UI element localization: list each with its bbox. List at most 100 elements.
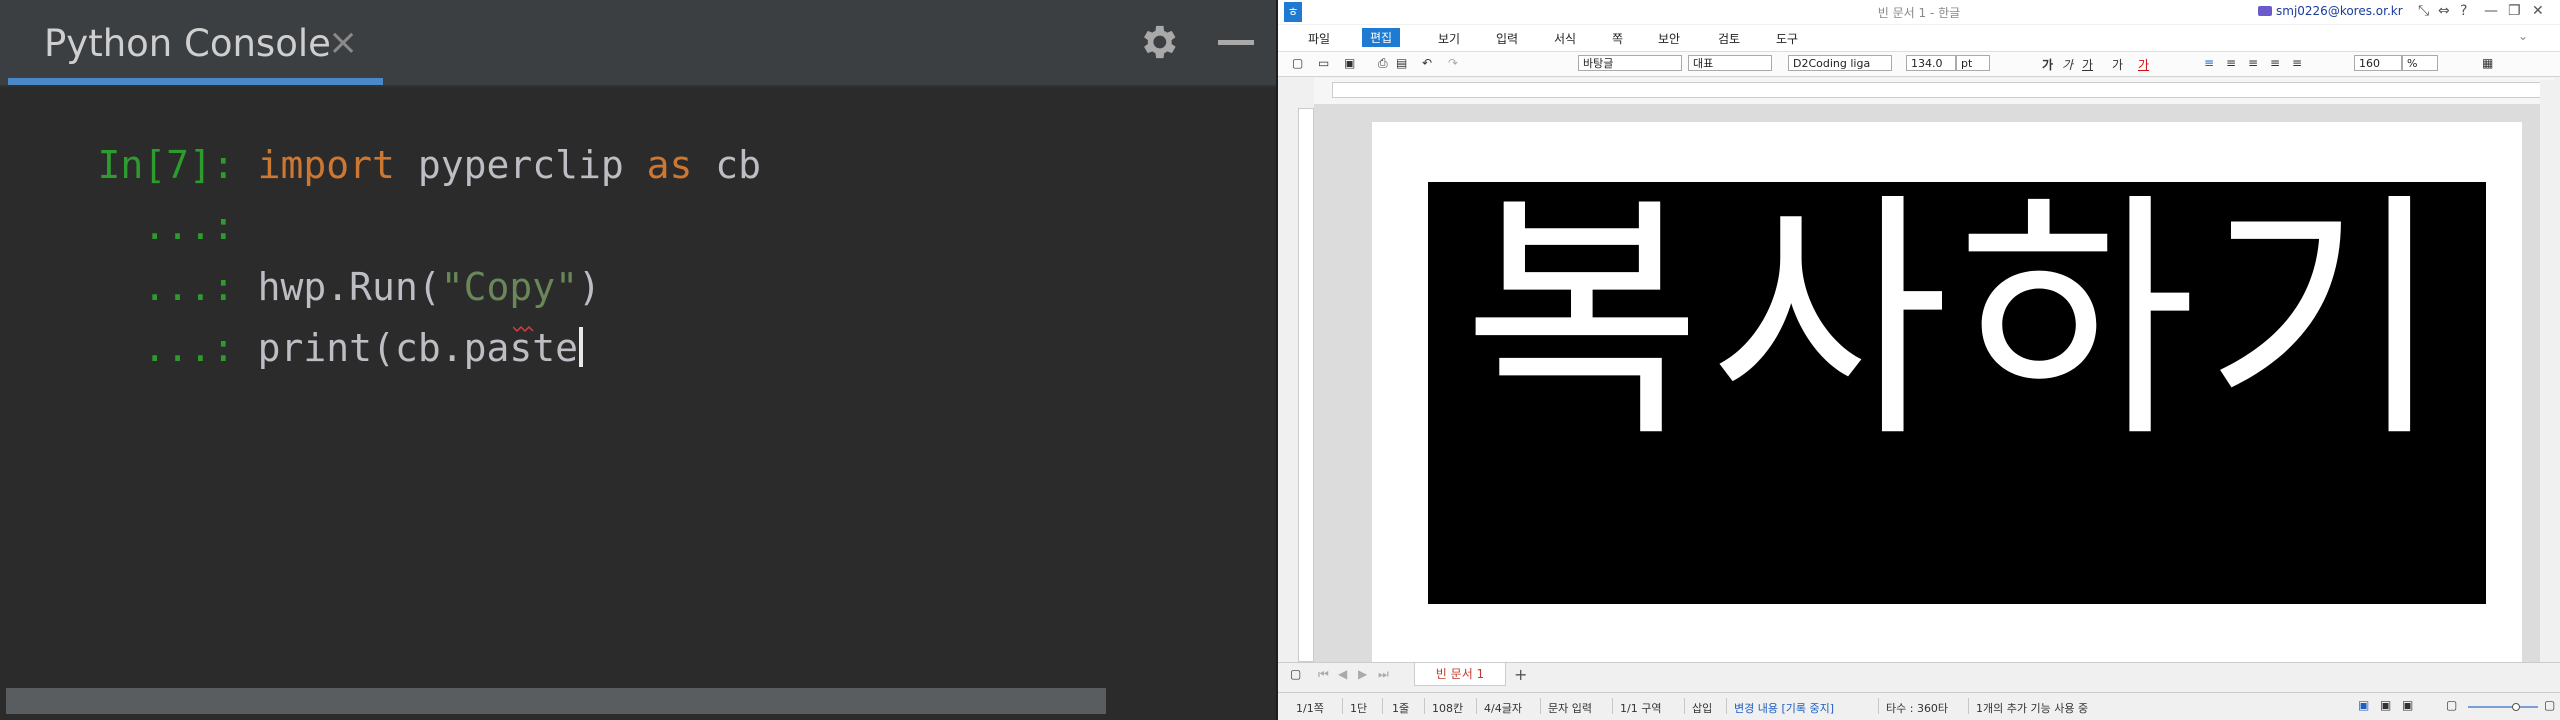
zoom-in-icon[interactable]: ▢: [2544, 698, 2555, 712]
menu-insert[interactable]: 입력: [1496, 30, 1518, 47]
style-select[interactable]: 바탕글: [1578, 55, 1682, 71]
collapse-ribbon-icon[interactable]: ⌄: [2518, 29, 2528, 43]
divider: [0, 85, 1276, 87]
status-col-pos: 108칸: [1432, 702, 1464, 715]
tab-active-indicator: [8, 78, 383, 85]
document-text-block[interactable]: 복사하기: [1428, 172, 2486, 604]
status-page[interactable]: 1/1쪽: [1296, 700, 1324, 716]
horizontal-ruler[interactable]: [1314, 78, 2554, 104]
underline-icon[interactable]: 가: [2082, 56, 2093, 73]
document-text: 복사하기: [1462, 171, 2452, 473]
document-canvas[interactable]: 복사하기: [1314, 104, 2540, 682]
open-folder-icon[interactable]: ▭: [1318, 56, 1329, 70]
code-line-active[interactable]: ...: print(cb.paste: [6, 279, 583, 417]
align-justify-icon[interactable]: ≡: [2204, 56, 2214, 70]
status-input-mode[interactable]: 문자 입력: [1548, 700, 1592, 716]
console-prompt: ...:: [97, 326, 258, 370]
vertical-scrollbar[interactable]: [2540, 80, 2558, 662]
align-left-icon[interactable]: ≡: [2226, 56, 2236, 70]
console-header: Python Console ×: [0, 0, 1276, 85]
menu-review[interactable]: 검토: [1718, 30, 1740, 47]
zoom-slider[interactable]: [2468, 703, 2538, 711]
title-bar: ㅎ 빈 문서 1 - 한글 smj0226@kores.or.kr ⤡ ⇔ ? …: [1278, 0, 2560, 24]
code-token: import: [257, 143, 395, 187]
vertical-ruler[interactable]: [1298, 108, 1314, 662]
menu-page[interactable]: 쪽: [1612, 30, 1623, 47]
font-size-input[interactable]: 134.0: [1906, 55, 1956, 71]
tab-close-icon[interactable]: ×: [328, 22, 358, 63]
status-bar: 1/1쪽 1단 1줄 108칸 4/4글자 문자 입력 1/1 구역 삽입 변경…: [1278, 692, 2560, 719]
layout-icon[interactable]: ⇔: [2438, 3, 2450, 19]
menu-edit[interactable]: 편집: [1362, 28, 1401, 47]
zoom-input[interactable]: 160: [2354, 55, 2402, 71]
align-right-icon[interactable]: ≡: [2270, 56, 2280, 70]
gear-icon[interactable]: [1136, 20, 1180, 64]
menu-view[interactable]: 보기: [1438, 30, 1460, 47]
tab-next-icon[interactable]: ▶: [1358, 667, 1367, 681]
tab-prev-icon[interactable]: ◀: [1338, 667, 1347, 681]
divider: [1476, 698, 1477, 714]
view-normal-icon[interactable]: ▣: [2358, 698, 2369, 712]
undo-icon[interactable]: ↶: [1422, 56, 1432, 70]
tab-first-icon[interactable]: ⏮: [1318, 667, 1329, 682]
divider: [1612, 698, 1613, 714]
distribute-icon[interactable]: ≡: [2292, 56, 2302, 70]
print-icon[interactable]: ⎙: [1378, 56, 1388, 71]
ruler-scale: [1332, 82, 2544, 98]
view-options-icon[interactable]: ▦: [2482, 56, 2493, 70]
close-icon[interactable]: ✕: [2532, 3, 2544, 19]
save-icon[interactable]: ▣: [1344, 56, 1355, 70]
bold-icon[interactable]: 가: [2042, 56, 2053, 73]
view-web-icon[interactable]: ▣: [2402, 698, 2413, 712]
divider: [1382, 698, 1383, 714]
italic-icon[interactable]: 가: [2062, 56, 2073, 73]
account-icon: [2258, 6, 2272, 16]
status-chars: 4/4글자: [1484, 702, 1522, 715]
fullscreen-icon[interactable]: ⤡: [2418, 3, 2429, 19]
preview-icon[interactable]: ▤: [1396, 56, 1407, 70]
divider: [1684, 698, 1685, 714]
text-caret: [578, 327, 583, 367]
code-token: print(cb.paste: [257, 326, 578, 370]
help-icon[interactable]: ?: [2460, 3, 2467, 19]
view-page-icon[interactable]: ▣: [2380, 698, 2391, 712]
status-line: 1줄: [1392, 702, 1410, 715]
user-account[interactable]: smj0226@kores.or.kr: [2258, 4, 2403, 18]
status-column: 1단: [1350, 702, 1368, 715]
code-token: as: [646, 143, 693, 187]
language-select[interactable]: 대표: [1688, 55, 1772, 71]
font-size-unit[interactable]: pt: [1956, 55, 1990, 71]
minimize-icon[interactable]: [1218, 40, 1254, 45]
menu-security[interactable]: 보안: [1658, 30, 1680, 47]
new-document-icon[interactable]: ▢: [1292, 56, 1303, 70]
divider: [1726, 698, 1727, 714]
python-console-panel: Python Console × In[7]: import pyperclip…: [0, 0, 1278, 720]
align-center-icon[interactable]: ≡: [2248, 56, 2258, 70]
status-addons[interactable]: 1개의 추가 기능 사용 중: [1976, 700, 2088, 716]
zoom-out-icon[interactable]: ▢: [2446, 698, 2457, 712]
code-token: pyperclip: [394, 143, 647, 187]
tab-list-icon[interactable]: ▢: [1290, 667, 1301, 681]
add-tab-icon[interactable]: +: [1514, 665, 1527, 684]
menu-file[interactable]: 파일: [1308, 30, 1330, 47]
status-track-changes[interactable]: 변경 내용 [기록 중지]: [1734, 700, 1834, 716]
scrollbar-thumb[interactable]: [6, 688, 1106, 714]
menu-format[interactable]: 서식: [1554, 30, 1576, 47]
hwp-window: ㅎ 빈 문서 1 - 한글 smj0226@kores.or.kr ⤡ ⇔ ? …: [1278, 0, 2560, 720]
maximize-icon[interactable]: ❐: [2508, 3, 2521, 19]
font-select[interactable]: D2Coding liga: [1788, 55, 1892, 71]
tab-python-console[interactable]: Python Console ×: [8, 0, 383, 85]
tab-last-icon[interactable]: ⏭: [1378, 667, 1389, 682]
menu-tools[interactable]: 도구: [1776, 30, 1798, 47]
status-section: 1/1 구역: [1620, 702, 1662, 715]
zoom-unit[interactable]: %: [2402, 55, 2438, 71]
tab-document[interactable]: 빈 문서 1: [1414, 663, 1506, 686]
document-page[interactable]: 복사하기: [1372, 122, 2522, 682]
minimize-icon[interactable]: —: [2484, 3, 2498, 19]
font-color-icon[interactable]: 가: [2138, 56, 2149, 73]
redo-icon[interactable]: ↷: [1448, 56, 1458, 70]
status-insert[interactable]: 삽입: [1692, 700, 1712, 716]
strikethrough-icon[interactable]: 가: [2112, 56, 2123, 73]
divider: [1342, 698, 1343, 714]
divider: [1540, 698, 1541, 714]
